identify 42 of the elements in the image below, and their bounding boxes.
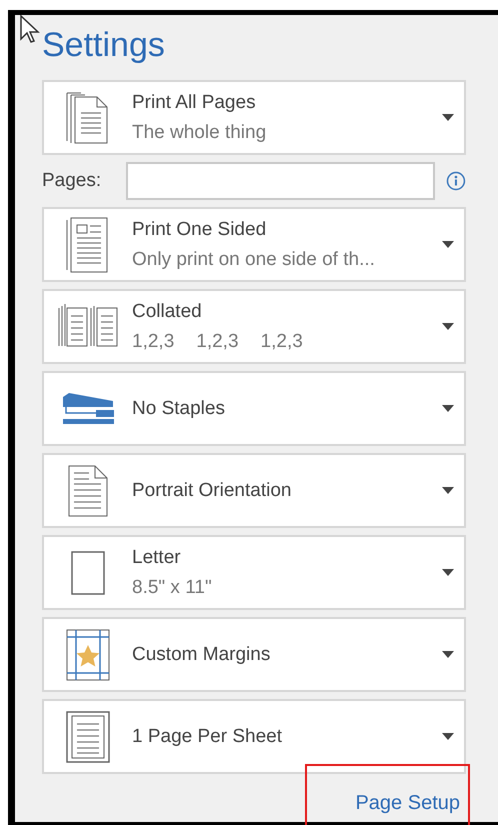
pages-input-field[interactable]: [126, 162, 436, 200]
dropdown-option-button[interactable]: Print All Pages The whole thing: [42, 80, 466, 155]
dropdown-caret-icon: [442, 405, 454, 412]
dropdown-option-button[interactable]: Custom Margins: [42, 617, 466, 692]
dropdown-caret-icon: [442, 733, 454, 740]
dropdown-option-button[interactable]: Portrait Orientation: [42, 453, 466, 528]
copy-order-label: 1,2,3: [196, 330, 239, 354]
option-description: The whole thing: [132, 120, 266, 144]
option-title: Print One Sided: [132, 218, 266, 242]
page-frame-icon: [66, 710, 110, 762]
dropdown-caret-icon: [442, 651, 454, 658]
option-title: Portrait Orientation: [132, 478, 292, 502]
page-setup-link[interactable]: Page Setup: [355, 788, 460, 818]
dropdown-caret-icon: [442, 241, 454, 248]
copy-order-label: 1,2,3: [132, 330, 174, 354]
option-title: Letter: [132, 546, 181, 570]
stapler-icon: [60, 392, 116, 424]
dropdown-caret-icon: [442, 487, 454, 494]
dropdown-option-button[interactable]: No Staples: [42, 371, 466, 446]
collated-pages-icon: [57, 304, 119, 350]
dropdown-caret-icon: [442, 569, 454, 576]
option-title: Print All Pages: [132, 90, 256, 114]
mouse-pointer-icon: [19, 15, 43, 45]
dropdown-option-button[interactable]: 1 Page Per Sheet: [42, 699, 466, 774]
option-title: No Staples: [132, 396, 225, 420]
pages-label: Pages:: [42, 168, 102, 193]
copy-order-label: 1,2,3: [260, 330, 303, 354]
option-title: Custom Margins: [132, 642, 270, 666]
dropdown-option-button[interactable]: Collated 1,2,3 1,2,3 1,2,3: [42, 289, 466, 364]
option-title: 1 Page Per Sheet: [132, 724, 282, 748]
option-title: Collated: [132, 300, 202, 324]
dropdown-option-button[interactable]: Print One Sided Only print on one side of th...: [42, 207, 466, 282]
dropdown-option-button[interactable]: Letter 8.5" x 11": [42, 535, 466, 610]
option-description: 8.5" x 11": [132, 576, 212, 600]
margins-grid-icon: [66, 628, 110, 680]
option-description: Only print on one side of th...: [132, 248, 375, 272]
dropdown-caret-icon: [442, 323, 454, 330]
info-icon[interactable]: [446, 171, 466, 191]
blank-page-icon: [71, 550, 105, 594]
dropdown-caret-icon: [442, 114, 454, 121]
portrait-page-icon: [67, 464, 109, 518]
settings-heading: Settings: [42, 25, 165, 66]
